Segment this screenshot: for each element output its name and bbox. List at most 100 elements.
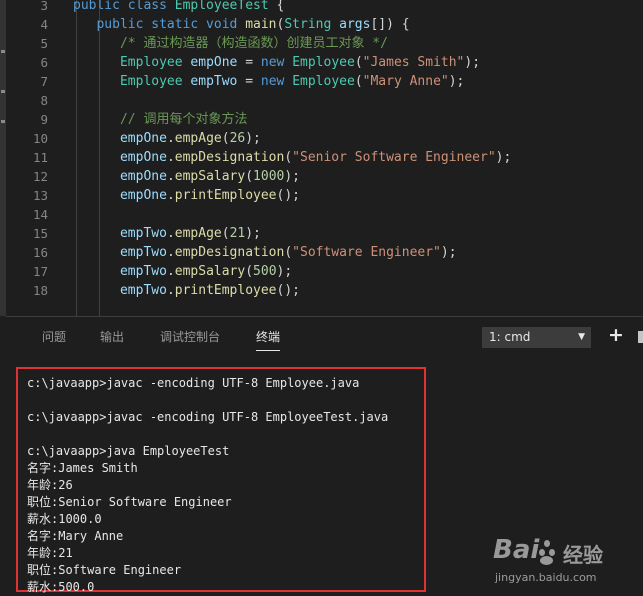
line-number: 3 — [40, 0, 48, 13]
code-token: . — [166, 226, 175, 241]
code-token: 1000 — [253, 169, 285, 184]
terminal-output[interactable]: c:\javaapp>javac -encoding UTF-8 Employe… — [16, 367, 426, 594]
code-line: 7 Employee empTwo = new Employee("Mary A… — [6, 72, 643, 91]
line-number: 14 — [32, 207, 48, 222]
code-token: ( — [284, 150, 293, 165]
code-token: Employee — [119, 74, 183, 89]
code-token: ( — [354, 74, 363, 89]
code-token: . — [166, 245, 175, 260]
code-text: public static void main(String args[]) { — [73, 15, 409, 34]
terminal-line: 职位:Software Engineer — [27, 563, 182, 577]
paw-icon — [544, 540, 550, 547]
tab-problems[interactable]: 问题 — [42, 328, 66, 345]
code-text: Employee empTwo = new Employee("Mary Ann… — [73, 72, 464, 91]
code-token: . — [166, 131, 175, 146]
code-token: empOne — [119, 131, 167, 146]
terminal-select[interactable]: 1: cmd ▼ — [482, 327, 591, 348]
code-token: public static void — [96, 17, 246, 32]
watermark-url: jingyan.baidu.com — [495, 571, 597, 584]
code-text: empOne.empDesignation("Senior Software E… — [73, 148, 511, 167]
code-token: 26 — [229, 131, 246, 146]
code-token: ); — [495, 150, 512, 165]
code-token: printEmployee — [174, 188, 277, 203]
code-token: ); — [284, 169, 301, 184]
code-token: String — [284, 17, 332, 32]
code-token: Employee — [119, 55, 183, 70]
code-line: 14 — [6, 205, 643, 224]
terminal-line: c:\javaapp>java EmployeeTest — [27, 444, 230, 458]
code-token: ( — [245, 169, 254, 184]
code-token: public class — [73, 0, 175, 13]
code-token: { — [268, 0, 285, 13]
line-number: 13 — [32, 188, 48, 203]
new-terminal-plus-icon[interactable]: + — [608, 325, 624, 345]
code-text: Employee empOne = new Employee("James Sm… — [73, 53, 480, 72]
code-token: (); — [276, 283, 300, 298]
code-token: ); — [245, 131, 261, 146]
code-token: empDesignation — [174, 150, 285, 165]
code-text: empTwo.empDesignation("Software Engineer… — [73, 243, 457, 262]
code-token: ); — [276, 264, 293, 279]
code-token: new — [260, 55, 293, 70]
code-line: 3 public class EmployeeTest { — [6, 0, 643, 15]
line-number: 8 — [40, 93, 48, 108]
code-token: empAge — [174, 131, 222, 146]
tab-debug-console[interactable]: 调试控制台 — [160, 328, 220, 345]
code-token: 500 — [253, 264, 277, 279]
terminal-line: 职位:Senior Software Engineer — [27, 495, 232, 509]
code-text: // 调用每个对象方法 — [73, 110, 247, 129]
code-token: // 调用每个对象方法 — [119, 112, 248, 127]
code-token: ( — [354, 55, 363, 70]
panel-tabs: 问题 输出 调试控制台 终端 1: cmd ▼ + — [6, 317, 643, 357]
code-token: . — [166, 264, 175, 279]
line-number: 7 — [40, 74, 48, 89]
tab-output[interactable]: 输出 — [100, 328, 124, 345]
code-text: empOne.empSalary(1000); — [73, 167, 300, 186]
code-token: /* 通过构造器（构造函数）创建员工对象 */ — [119, 36, 388, 51]
terminal-line: 年龄:21 — [27, 546, 73, 560]
code-token: empOne — [119, 169, 167, 184]
terminal-select-value: 1: cmd — [489, 330, 531, 344]
code-line: 12 empOne.empSalary(1000); — [6, 167, 643, 186]
code-line: 17 empTwo.empSalary(500); — [6, 262, 643, 281]
line-number: 18 — [32, 283, 48, 298]
tab-terminal[interactable]: 终端 — [256, 328, 280, 345]
code-line: 10 empOne.empAge(26); — [6, 129, 643, 148]
code-token: empOne — [119, 188, 167, 203]
code-token: new — [260, 74, 293, 89]
code-token: ); — [464, 55, 481, 70]
code-token: main — [245, 17, 277, 32]
code-line: 11 empOne.empDesignation("Senior Softwar… — [6, 148, 643, 167]
code-token: ( — [221, 131, 230, 146]
activity-marker — [1, 90, 5, 93]
code-token: empTwo — [119, 283, 167, 298]
code-line: 16 empTwo.empDesignation("Software Engin… — [6, 243, 643, 262]
code-token: . — [166, 169, 175, 184]
code-token: Employee — [292, 74, 355, 89]
code-text: empTwo.empAge(21); — [73, 224, 261, 243]
line-number: 9 — [40, 112, 48, 127]
line-number: 11 — [32, 150, 48, 165]
terminal-line: 薪水:500.0 — [27, 580, 95, 594]
code-token: ( — [245, 264, 254, 279]
code-line: 9 // 调用每个对象方法 — [6, 110, 643, 129]
code-token: empOne — [190, 55, 238, 70]
code-token: Employee — [292, 55, 355, 70]
code-editor[interactable]: 3 public class EmployeeTest {4 public sta… — [6, 0, 643, 316]
activity-marker — [1, 120, 5, 123]
terminal-line: c:\javaapp>javac -encoding UTF-8 Employe… — [27, 376, 360, 390]
code-text: /* 通过构造器（构造函数）创建员工对象 */ — [73, 34, 388, 53]
terminal-line: 年龄:26 — [27, 478, 73, 492]
trash-icon[interactable] — [638, 331, 643, 343]
code-token: printEmployee — [174, 283, 277, 298]
active-tab-indicator — [256, 350, 280, 351]
